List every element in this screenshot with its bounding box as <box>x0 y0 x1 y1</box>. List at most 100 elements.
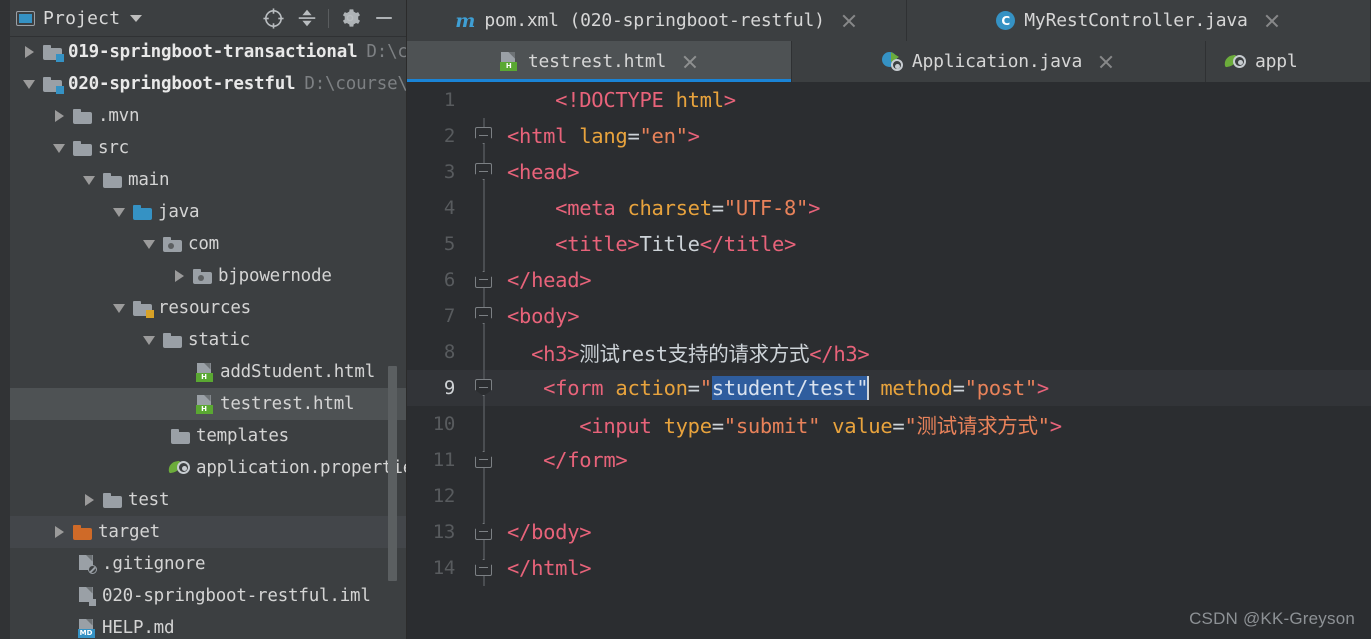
tree-item-path: D:\c <box>366 42 407 62</box>
code-line[interactable]: 3 <head> <box>407 154 1371 190</box>
code-line[interactable]: 2 <html lang="en"> <box>407 118 1371 154</box>
expand-arrow-icon[interactable] <box>48 110 70 122</box>
tree-row[interactable]: 019-springboot-transactional D:\c <box>10 36 407 68</box>
code-line[interactable]: 6 </head> <box>407 262 1371 298</box>
expand-arrow-icon[interactable] <box>18 46 40 58</box>
code-line[interactable]: 13 </body> <box>407 514 1371 550</box>
panel-title: Project <box>43 7 121 29</box>
tree-row[interactable]: 020-springboot-restful D:\course\ <box>10 68 407 100</box>
tree-item-label: .gitignore <box>102 554 206 574</box>
chevron-down-icon[interactable] <box>130 14 143 22</box>
tree-row[interactable]: static <box>10 324 407 356</box>
tree-row[interactable]: java <box>10 196 407 228</box>
close-icon[interactable] <box>1097 53 1115 71</box>
project-panel-icon <box>16 10 35 26</box>
fold-column[interactable] <box>465 370 503 406</box>
tree-row[interactable]: bjpowernode <box>10 260 407 292</box>
tree-row[interactable]: MD HELP.md <box>10 612 407 639</box>
tab-pom-xml[interactable]: m pom.xml (020-springboot-restful) <box>407 0 907 41</box>
collapse-arrow-icon[interactable] <box>138 335 160 345</box>
tab-testrest-html[interactable]: H testrest.html <box>407 41 792 82</box>
collapse-arrow-icon[interactable] <box>48 143 70 153</box>
tree-row[interactable]: .mvn <box>10 100 407 132</box>
tab-myrestcontroller-java[interactable]: C MyRestController.java <box>907 0 1371 41</box>
tree-item-label: resources <box>158 298 252 318</box>
tree-item-label: addStudent.html <box>220 362 376 382</box>
tree-row[interactable]: src <box>10 132 407 164</box>
module-folder-icon <box>40 44 64 62</box>
collapse-arrow-icon[interactable] <box>18 79 40 89</box>
collapse-arrow-icon[interactable] <box>108 303 130 313</box>
maven-icon: m <box>455 9 476 32</box>
close-icon[interactable] <box>840 12 858 30</box>
code-line[interactable]: 4 <meta charset="UTF-8"> <box>407 190 1371 226</box>
html-file-icon: H <box>192 362 216 382</box>
collapse-arrow-icon[interactable] <box>108 207 130 217</box>
gear-icon[interactable] <box>333 3 367 33</box>
code-line-current[interactable]: 9 <form action="student/test" method="po… <box>407 370 1371 406</box>
fold-column[interactable] <box>465 154 503 190</box>
minimize-icon[interactable] <box>367 3 401 33</box>
code-line[interactable]: 1 <!DOCTYPE html> <box>407 82 1371 118</box>
tree-row[interactable]: 020-springboot-restful.iml <box>10 580 407 612</box>
code-line[interactable]: 8 <h3>测试rest支持的请求方式</h3> <box>407 334 1371 370</box>
fold-column[interactable] <box>465 118 503 154</box>
tree-row[interactable]: resources <box>10 292 407 324</box>
package-icon <box>190 268 214 284</box>
tree-row[interactable]: test <box>10 484 407 516</box>
tree-row-selected[interactable]: H testrest.html <box>10 388 407 420</box>
expand-arrow-icon[interactable] <box>48 526 70 538</box>
fold-column <box>465 406 503 442</box>
fold-column <box>465 334 503 370</box>
fold-column[interactable] <box>465 514 503 550</box>
tree-row[interactable]: com <box>10 228 407 260</box>
code-content: <form action="student/test" method="post… <box>543 376 1049 400</box>
line-number: 12 <box>432 485 456 507</box>
expand-arrow-icon[interactable] <box>78 494 100 506</box>
collapse-all-icon[interactable] <box>290 3 324 33</box>
tree-row[interactable]: .gitignore <box>10 548 407 580</box>
tree-item-label: test <box>128 490 170 510</box>
collapse-arrow-icon[interactable] <box>138 239 160 249</box>
java-class-icon: C <box>996 11 1016 30</box>
code-line[interactable]: 7 <body> <box>407 298 1371 334</box>
code-line[interactable]: 12 <box>407 478 1371 514</box>
tree-item-path: D:\course\ <box>304 74 407 94</box>
tree-row[interactable]: main <box>10 164 407 196</box>
package-icon <box>160 236 184 252</box>
fold-column[interactable] <box>465 442 503 478</box>
code-content: <title>Title</title> <box>555 232 797 256</box>
collapse-arrow-icon[interactable] <box>78 175 100 185</box>
tree-row[interactable]: application.propertie <box>10 452 407 484</box>
tree-item-label: target <box>98 522 161 542</box>
tree-item-label: 020-springboot-restful.iml <box>102 586 371 606</box>
code-editor[interactable]: 1 <!DOCTYPE html> 2 <html lang="en"> 3 <… <box>407 82 1371 639</box>
tree-item-label: bjpowernode <box>218 266 332 286</box>
tree-item-label: templates <box>196 426 290 446</box>
tab-application-java[interactable]: Application.java <box>792 41 1206 82</box>
line-number: 7 <box>443 305 455 327</box>
expand-arrow-icon[interactable] <box>168 270 190 282</box>
fold-column[interactable] <box>465 298 503 334</box>
tree-row[interactable]: target <box>10 516 407 548</box>
close-icon[interactable] <box>681 53 699 71</box>
code-line[interactable]: 14 </html> <box>407 550 1371 586</box>
tree-row[interactable]: templates <box>10 420 407 452</box>
tree-item-label: java <box>158 202 200 222</box>
idea-window: Project 019-springboot-transactional D:\… <box>0 0 1371 639</box>
line-number: 13 <box>432 521 456 543</box>
locate-icon[interactable] <box>256 3 290 33</box>
close-icon[interactable] <box>1263 12 1281 30</box>
project-tree[interactable]: 019-springboot-transactional D:\c 020-sp… <box>10 36 407 639</box>
fold-column[interactable] <box>465 550 503 586</box>
fold-column[interactable] <box>465 262 503 298</box>
fold-marker-icon <box>475 307 492 324</box>
project-scrollbar[interactable] <box>388 366 397 581</box>
code-line[interactable]: 5 <title>Title</title> <box>407 226 1371 262</box>
line-number: 2 <box>443 125 455 147</box>
module-folder-icon <box>40 76 64 94</box>
code-line[interactable]: 10 <input type="submit" value="测试请求方式"> <box>407 406 1371 442</box>
code-line[interactable]: 11 </form> <box>407 442 1371 478</box>
tree-row[interactable]: H addStudent.html <box>10 356 407 388</box>
tab-application-properties[interactable]: appl <box>1206 41 1371 82</box>
